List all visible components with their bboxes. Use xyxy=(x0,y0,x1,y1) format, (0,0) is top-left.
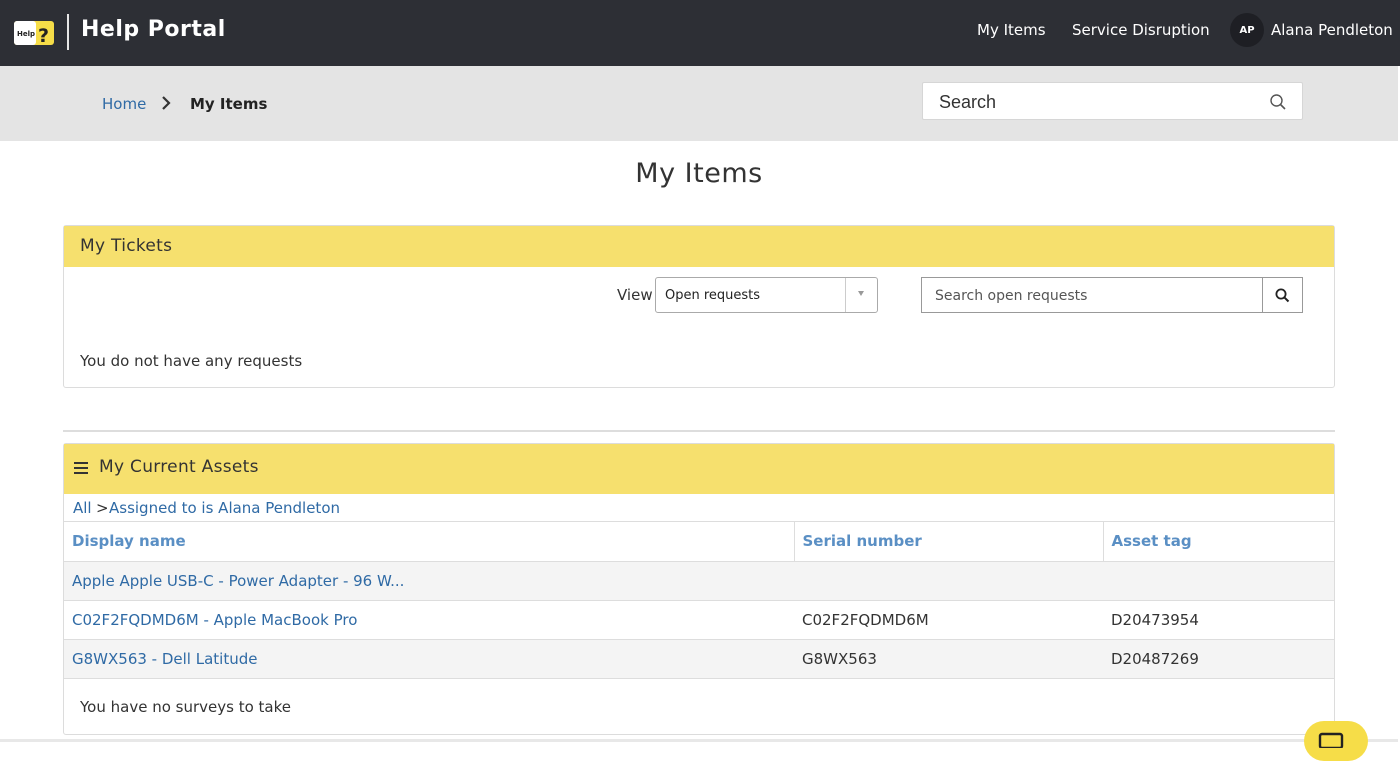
no-surveys-message: You have no surveys to take xyxy=(80,698,291,716)
global-search[interactable] xyxy=(922,82,1303,120)
assets-title: My Current Assets xyxy=(99,457,259,477)
user-avatar[interactable]: AP xyxy=(1230,13,1264,47)
view-label: View xyxy=(617,286,653,304)
asset-display-name-link[interactable]: C02F2FQDMD6M - Apple MacBook Pro xyxy=(64,600,794,640)
chat-button[interactable] xyxy=(1304,721,1368,761)
filter-all-link[interactable]: All xyxy=(73,499,92,517)
assets-panel: My Current Assets All > Assigned to is A… xyxy=(63,443,1335,735)
assets-panel-header: My Current Assets xyxy=(64,444,1334,494)
view-select-value: Open requests xyxy=(665,288,761,303)
column-header-serial-number[interactable]: Serial number xyxy=(793,522,1103,562)
nav-service-disruption[interactable]: Service Disruption xyxy=(1072,21,1210,39)
chevron-right-icon xyxy=(162,96,171,110)
breadcrumb-home[interactable]: Home xyxy=(102,95,146,113)
table-row[interactable]: Apple Apple USB-C - Power Adapter - 96 W… xyxy=(64,561,1334,601)
ticket-search-button[interactable] xyxy=(1262,278,1302,312)
top-nav-bar: Help ? Help Portal My Items Service Disr… xyxy=(0,0,1400,66)
asset-filter-breadcrumb: All > Assigned to is Alana Pendleton xyxy=(64,494,1334,522)
svg-text:Help: Help xyxy=(17,30,35,38)
nav-my-items[interactable]: My Items xyxy=(977,21,1046,39)
asset-display-name-link[interactable]: G8WX563 - Dell Latitude xyxy=(64,639,794,679)
filter-separator: > xyxy=(96,499,109,517)
view-select[interactable]: Open requests xyxy=(655,277,878,313)
tickets-panel-header: My Tickets xyxy=(64,226,1334,267)
logo-divider xyxy=(67,14,69,50)
breadcrumb-current: My Items xyxy=(190,95,268,113)
breadcrumb-bar: Home My Items xyxy=(0,66,1398,141)
asset-serial-number: C02F2FQDMD6M xyxy=(794,600,1103,640)
asset-tag: D20487269 xyxy=(1103,639,1334,679)
asset-serial-number: G8WX563 xyxy=(794,639,1103,679)
table-header-row: Display name Serial number Asset tag xyxy=(64,522,1334,562)
view-select-divider xyxy=(845,278,846,312)
ticket-search-input[interactable] xyxy=(935,286,1255,306)
hamburger-menu-icon[interactable] xyxy=(74,461,88,475)
section-divider xyxy=(63,430,1335,432)
page-title: My Items xyxy=(635,158,763,189)
user-name[interactable]: Alana Pendleton xyxy=(1271,21,1393,39)
chat-icon xyxy=(1318,732,1344,748)
tickets-panel: My Tickets View Open requests You do not… xyxy=(63,225,1335,388)
portal-title[interactable]: Help Portal xyxy=(81,17,226,42)
svg-text:?: ? xyxy=(38,25,49,47)
tickets-title: My Tickets xyxy=(80,236,173,256)
asset-serial-number xyxy=(794,561,1103,601)
search-icon[interactable] xyxy=(1269,93,1287,111)
column-header-asset-tag[interactable]: Asset tag xyxy=(1102,522,1334,562)
filter-condition-link[interactable]: Assigned to is Alana Pendleton xyxy=(109,499,340,517)
table-row[interactable]: C02F2FQDMD6M - Apple MacBook Pro C02F2FQ… xyxy=(64,600,1334,640)
no-requests-message: You do not have any requests xyxy=(80,352,303,370)
global-search-input[interactable] xyxy=(939,91,1259,113)
caret-down-icon[interactable] xyxy=(858,291,864,296)
table-row[interactable]: G8WX563 - Dell Latitude G8WX563 D2048726… xyxy=(64,639,1334,679)
asset-display-name-link[interactable]: Apple Apple USB-C - Power Adapter - 96 W… xyxy=(64,561,794,601)
asset-tag: D20473954 xyxy=(1103,600,1334,640)
search-icon xyxy=(1275,288,1290,302)
column-header-display-name[interactable]: Display name xyxy=(64,522,794,562)
help-logo-icon[interactable]: Help ? xyxy=(13,17,55,47)
assets-table: Display name Serial number Asset tag App… xyxy=(64,522,1334,679)
ticket-search[interactable] xyxy=(921,277,1303,313)
asset-tag xyxy=(1103,561,1334,601)
